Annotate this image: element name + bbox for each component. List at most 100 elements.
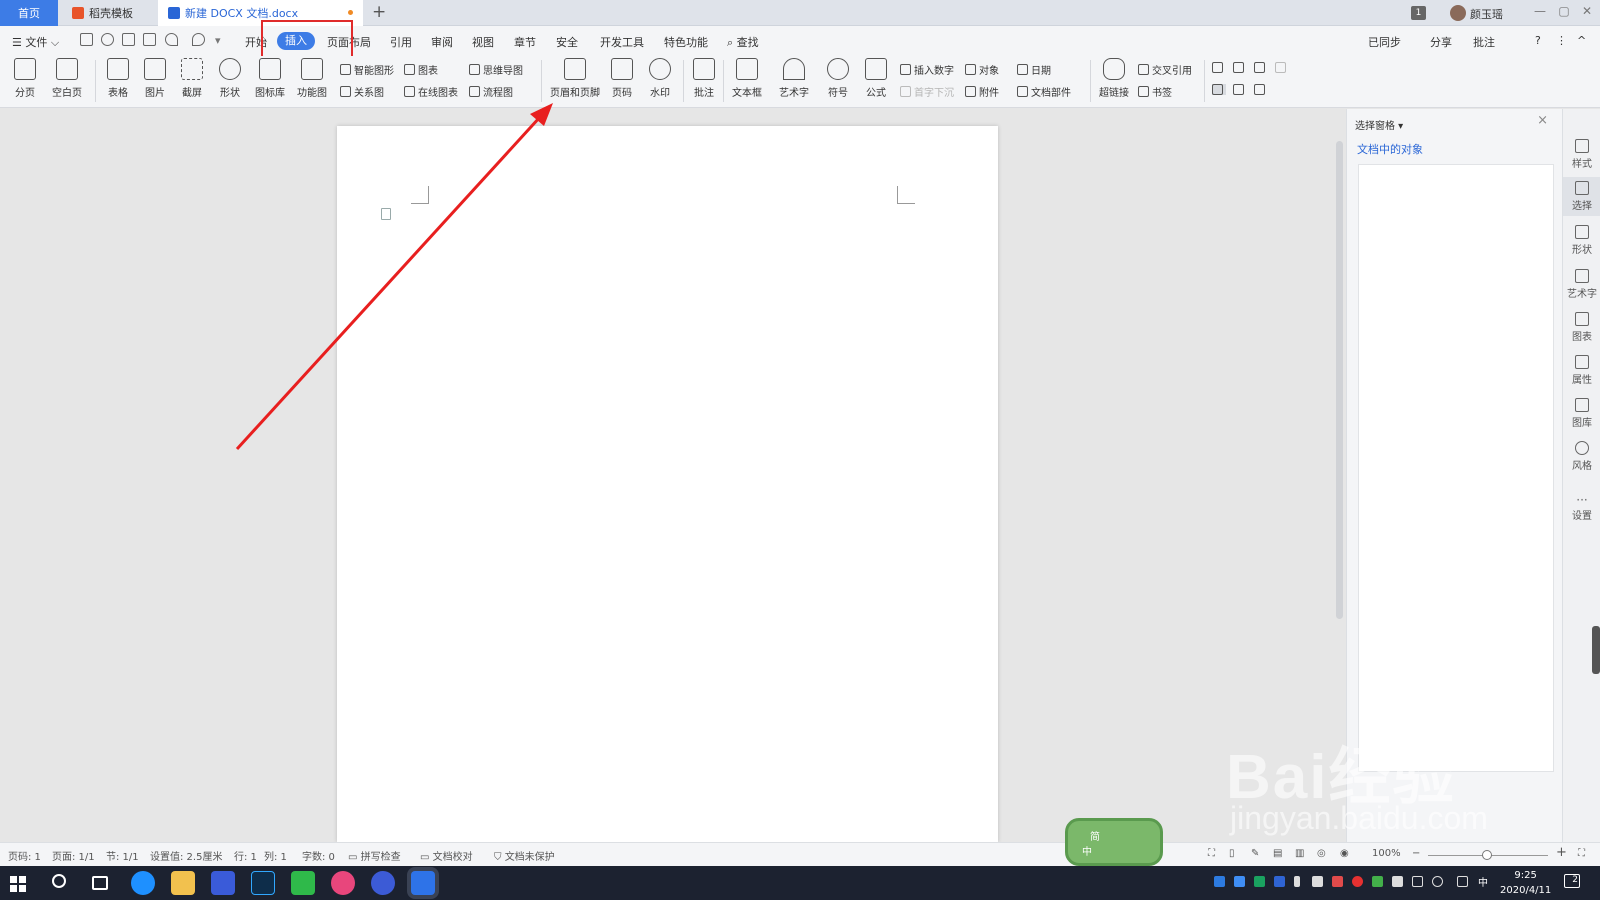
cross-ref-button[interactable]: 交叉引用: [1138, 62, 1192, 77]
document-page[interactable]: [337, 126, 998, 842]
tray-app-icon[interactable]: [1274, 876, 1285, 887]
tray-app-icon[interactable]: [1214, 876, 1225, 887]
help-icon[interactable]: ?: [1535, 34, 1541, 47]
formula-button[interactable]: 公式: [861, 58, 891, 99]
sidebar-item-style[interactable]: 样式: [1563, 139, 1600, 170]
form-control-6[interactable]: [1233, 84, 1247, 95]
fit-page-icon[interactable]: ⛶: [1578, 848, 1585, 859]
tray-app-icon[interactable]: [1254, 876, 1265, 887]
menu-tab-review[interactable]: 审阅: [431, 34, 453, 50]
watermark-button[interactable]: 水印: [645, 58, 675, 99]
smart-art-button[interactable]: 智能图形: [340, 62, 394, 77]
scrollbar-thumb[interactable]: [1336, 141, 1343, 619]
new-tab-button[interactable]: +: [372, 2, 386, 22]
wordart-button[interactable]: 艺术字: [775, 58, 813, 99]
tray-network-icon[interactable]: [1412, 876, 1423, 887]
status-page[interactable]: 页码: 1: [8, 848, 41, 863]
picture-button[interactable]: 图片: [140, 58, 170, 99]
doc-parts-button[interactable]: 文档部件: [1017, 84, 1071, 99]
zoom-slider-knob[interactable]: [1482, 850, 1492, 860]
user-name[interactable]: 颜玉瑶: [1470, 6, 1503, 22]
menu-tab-security[interactable]: 安全: [556, 34, 578, 50]
print-icon[interactable]: [122, 33, 135, 46]
reading-mode-icon[interactable]: ▯: [1229, 848, 1235, 859]
redo-icon[interactable]: [192, 33, 205, 46]
paragraph-handle-icon[interactable]: [381, 208, 391, 220]
menu-tab-references[interactable]: 引用: [390, 34, 412, 50]
photoshop-icon[interactable]: [251, 871, 275, 895]
header-footer-button[interactable]: 页眉和页脚: [548, 58, 602, 99]
minimize-icon[interactable]: —: [1530, 4, 1550, 18]
comment-menu-button[interactable]: 批注: [1473, 34, 1495, 50]
mind-map-button[interactable]: 思维导图: [469, 62, 523, 77]
baidu-netdisk-icon[interactable]: [371, 871, 395, 895]
page-break-button[interactable]: 分页: [10, 58, 40, 99]
customize-qat-icon[interactable]: ▾: [215, 34, 221, 47]
doc-protect-status[interactable]: ⛉ 文档未保护: [494, 848, 555, 863]
ime-floating-widget[interactable]: [1065, 818, 1163, 866]
status-word-count[interactable]: 字数: 0: [302, 848, 335, 863]
maximize-icon[interactable]: ▢: [1554, 4, 1574, 18]
form-control-5[interactable]: [1212, 84, 1226, 95]
sidebar-item-gallery[interactable]: 图库: [1563, 398, 1600, 429]
wps-writer-icon[interactable]: [411, 871, 435, 895]
file-explorer-icon[interactable]: [171, 871, 195, 895]
icon-library-button[interactable]: 图标库: [253, 58, 287, 99]
spell-check-button[interactable]: ▭ 拼写检查: [348, 848, 401, 863]
wechat-icon[interactable]: [291, 871, 315, 895]
chart-button[interactable]: 图表: [404, 62, 438, 77]
bookmark-button[interactable]: 书签: [1138, 84, 1172, 99]
format-painter-icon[interactable]: [101, 33, 114, 46]
tray-pen-icon[interactable]: [1457, 876, 1468, 887]
sidebar-item-select[interactable]: 选择: [1563, 177, 1600, 216]
tray-app-icon[interactable]: [1332, 876, 1343, 887]
tray-app-icon[interactable]: [1312, 876, 1323, 887]
taskbar-search-icon[interactable]: [52, 874, 66, 888]
doc-proof-button[interactable]: ▭ 文档校对: [420, 848, 473, 863]
relation-chart-button[interactable]: 关系图: [340, 84, 384, 99]
page-view-icon[interactable]: ▤: [1273, 848, 1282, 859]
form-control-3[interactable]: [1254, 62, 1268, 73]
zoom-out-icon[interactable]: −: [1412, 848, 1420, 859]
status-col[interactable]: 列: 1: [264, 848, 287, 863]
print-preview-icon[interactable]: [143, 33, 156, 46]
drop-cap-button[interactable]: 首字下沉: [900, 84, 954, 99]
action-center-icon[interactable]: 2: [1564, 874, 1580, 888]
insert-number-button[interactable]: 插入数字: [900, 62, 954, 77]
form-control-2[interactable]: [1233, 62, 1247, 73]
tab-templates[interactable]: 稻壳模板: [60, 0, 156, 26]
more-icon[interactable]: ⋮: [1556, 34, 1567, 47]
status-pages[interactable]: 页面: 1/1: [52, 848, 95, 863]
outline-view-icon[interactable]: ▥: [1295, 848, 1304, 859]
browser-app-icon[interactable]: [131, 871, 155, 895]
object-list[interactable]: [1358, 164, 1554, 772]
symbol-button[interactable]: 符号: [823, 58, 853, 99]
tray-mic-icon[interactable]: [1294, 876, 1300, 887]
sidebar-item-chart[interactable]: 图表: [1563, 312, 1600, 343]
task-view-icon[interactable]: [92, 876, 108, 890]
side-drag-handle[interactable]: [1592, 626, 1600, 674]
blank-page-button[interactable]: 空白页: [47, 58, 87, 99]
zoom-in-icon[interactable]: +: [1556, 845, 1567, 860]
form-control-7[interactable]: [1254, 84, 1268, 95]
object-button[interactable]: 对象: [965, 62, 999, 77]
function-chart-button[interactable]: 功能图: [293, 58, 331, 99]
file-menu[interactable]: ☰ 文件 ⌵: [12, 34, 59, 50]
form-control-1[interactable]: [1212, 62, 1226, 73]
page-number-button[interactable]: 页码: [606, 58, 638, 99]
write-mode-icon[interactable]: ✎: [1251, 848, 1259, 859]
app-launcher-icon[interactable]: [211, 871, 235, 895]
sidebar-item-properties[interactable]: 属性: [1563, 355, 1600, 386]
tab-home[interactable]: 首页: [0, 0, 58, 26]
selection-pane-title[interactable]: 选择窗格 ▾: [1355, 117, 1403, 132]
web-view-icon[interactable]: ◎: [1317, 848, 1326, 859]
form-control-4[interactable]: [1275, 62, 1289, 73]
windows-start-icon[interactable]: [10, 876, 26, 892]
sidebar-item-theme[interactable]: 风格: [1563, 441, 1600, 472]
find-button[interactable]: ⌕ 查找: [727, 34, 759, 50]
hyperlink-button[interactable]: 超链接: [1096, 58, 1132, 99]
tray-battery-icon[interactable]: [1372, 876, 1383, 887]
save-icon[interactable]: [80, 33, 93, 46]
screenshot-button[interactable]: 截屏: [177, 58, 207, 99]
ime-indicator[interactable]: 中: [1478, 874, 1488, 889]
